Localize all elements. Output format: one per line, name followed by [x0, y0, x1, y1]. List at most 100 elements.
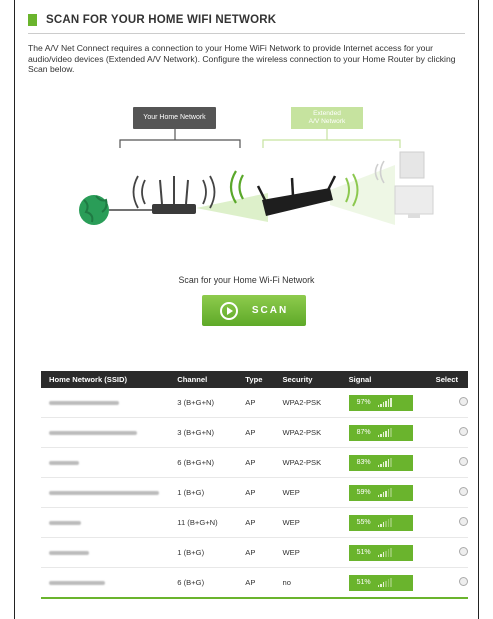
table-row[interactable]: 11 (B+G+N) AP WEP 55% — [41, 507, 468, 538]
select-cell — [427, 507, 468, 538]
select-radio[interactable] — [459, 397, 468, 406]
ssid-cell — [41, 537, 170, 568]
signal-bars-icon — [377, 578, 393, 587]
security-cell: WPA2-PSK — [274, 388, 341, 418]
ssid-redacted — [49, 551, 89, 555]
scan-button-label: SCAN — [251, 305, 289, 316]
signal-percent: 97% — [356, 399, 371, 406]
av-net-connect-device-icon — [256, 175, 337, 216]
channel-cell: 1 (B+G) — [169, 537, 238, 568]
signal-percent: 83% — [356, 459, 371, 466]
signal-percent: 55% — [356, 519, 371, 526]
signal-bars-icon — [377, 458, 393, 467]
table-row[interactable]: 6 (B+G) AP no 51% — [41, 567, 468, 599]
home-network-label: Your Home Network — [133, 107, 216, 129]
signal-percent: 59% — [356, 489, 371, 496]
av-devices-icon — [394, 151, 434, 218]
network-diagram — [79, 129, 434, 225]
type-cell: AP — [237, 417, 275, 448]
select-cell — [427, 477, 468, 508]
channel-cell: 6 (B+G) — [169, 567, 238, 599]
col-channel: Channel — [169, 371, 238, 388]
signal-percent: 87% — [356, 429, 371, 436]
select-radio[interactable] — [459, 457, 468, 466]
select-radio[interactable] — [459, 547, 468, 556]
select-radio[interactable] — [459, 577, 468, 586]
signal-badge: 59% — [348, 484, 413, 501]
select-cell — [427, 388, 468, 418]
ssid-cell — [41, 388, 170, 418]
ssid-cell — [41, 507, 170, 538]
security-cell: WPA2-PSK — [274, 417, 341, 448]
extended-label-line1: Extended — [313, 110, 341, 117]
signal-badge: 97% — [348, 394, 413, 411]
signal-badge: 83% — [348, 454, 413, 471]
type-cell: AP — [237, 537, 275, 568]
signal-cell: 51% — [340, 537, 428, 568]
ssid-redacted — [49, 431, 137, 435]
col-ssid: Home Network (SSID) — [41, 371, 170, 388]
select-radio[interactable] — [459, 427, 468, 436]
signal-badge: 51% — [348, 574, 413, 591]
security-cell: WEP — [274, 507, 341, 538]
scan-caption: Scan for your Home Wi-Fi Network — [178, 275, 315, 285]
security-cell: WEP — [274, 477, 341, 508]
signal-cell: 51% — [340, 567, 428, 599]
table-header-row: Home Network (SSID) Channel Type Securit… — [41, 371, 468, 388]
extended-network-label: Extended A/V Network — [291, 107, 363, 129]
select-radio[interactable] — [459, 517, 468, 526]
ssid-redacted — [49, 401, 119, 405]
signal-badge: 55% — [348, 514, 413, 531]
type-cell: AP — [237, 447, 275, 478]
table-row[interactable]: 6 (B+G+N) AP WPA2-PSK 83% — [41, 447, 468, 478]
ssid-cell — [41, 447, 170, 478]
channel-cell: 3 (B+G+N) — [169, 417, 238, 448]
type-cell: AP — [237, 388, 275, 418]
ssid-redacted — [49, 491, 159, 495]
col-select: Select — [427, 371, 468, 388]
security-cell: WEP — [274, 537, 341, 568]
type-cell: AP — [237, 477, 275, 508]
globe-icon — [79, 195, 109, 225]
signal-bars-icon — [377, 548, 393, 557]
signal-bars-icon — [377, 428, 393, 437]
channel-cell: 11 (B+G+N) — [169, 507, 238, 538]
type-cell: AP — [237, 567, 275, 599]
signal-badge: 51% — [348, 544, 413, 561]
ssid-cell — [41, 417, 170, 448]
signal-badge: 87% — [348, 424, 413, 441]
ssid-cell — [41, 477, 170, 508]
table-row[interactable]: 1 (B+G) AP WEP 59% — [41, 477, 468, 508]
ssid-redacted — [49, 581, 105, 585]
col-type: Type — [237, 371, 275, 388]
table-row[interactable]: 3 (B+G+N) AP WPA2-PSK 97% — [41, 388, 468, 418]
signal-cell: 55% — [340, 507, 428, 538]
select-cell — [427, 537, 468, 568]
security-cell: WPA2-PSK — [274, 447, 341, 478]
signal-cell: 59% — [340, 477, 428, 508]
signal-cell: 87% — [340, 417, 428, 448]
channel-cell: 1 (B+G) — [169, 477, 238, 508]
signal-bars-icon — [377, 398, 393, 407]
signal-percent: 51% — [356, 579, 371, 586]
extended-label-line2: A/V Network — [308, 118, 346, 125]
table-row[interactable]: 1 (B+G) AP WEP 51% — [41, 537, 468, 568]
security-cell: no — [274, 567, 341, 599]
select-radio[interactable] — [459, 487, 468, 496]
col-signal: Signal — [340, 371, 428, 388]
channel-cell: 6 (B+G+N) — [169, 447, 238, 478]
table-row[interactable]: 3 (B+G+N) AP WPA2-PSK 87% — [41, 417, 468, 448]
signal-cell: 97% — [340, 388, 428, 418]
signal-cell: 83% — [340, 447, 428, 478]
ssid-redacted — [49, 461, 79, 465]
network-rows: 3 (B+G+N) AP WPA2-PSK 97% 3 (B+G+N) AP WPA2-PS… — [41, 388, 468, 599]
signal-percent: 51% — [356, 549, 371, 556]
extender-wifi-signal-icon — [229, 170, 244, 204]
scan-button[interactable]: SCAN — [202, 295, 306, 326]
select-cell — [427, 567, 468, 599]
network-table: Home Network (SSID) Channel Type Securit… — [41, 371, 468, 599]
ssid-redacted — [49, 521, 81, 525]
ssid-cell — [41, 567, 170, 599]
signal-bars-icon — [377, 518, 393, 527]
home-router-icon — [152, 176, 196, 214]
